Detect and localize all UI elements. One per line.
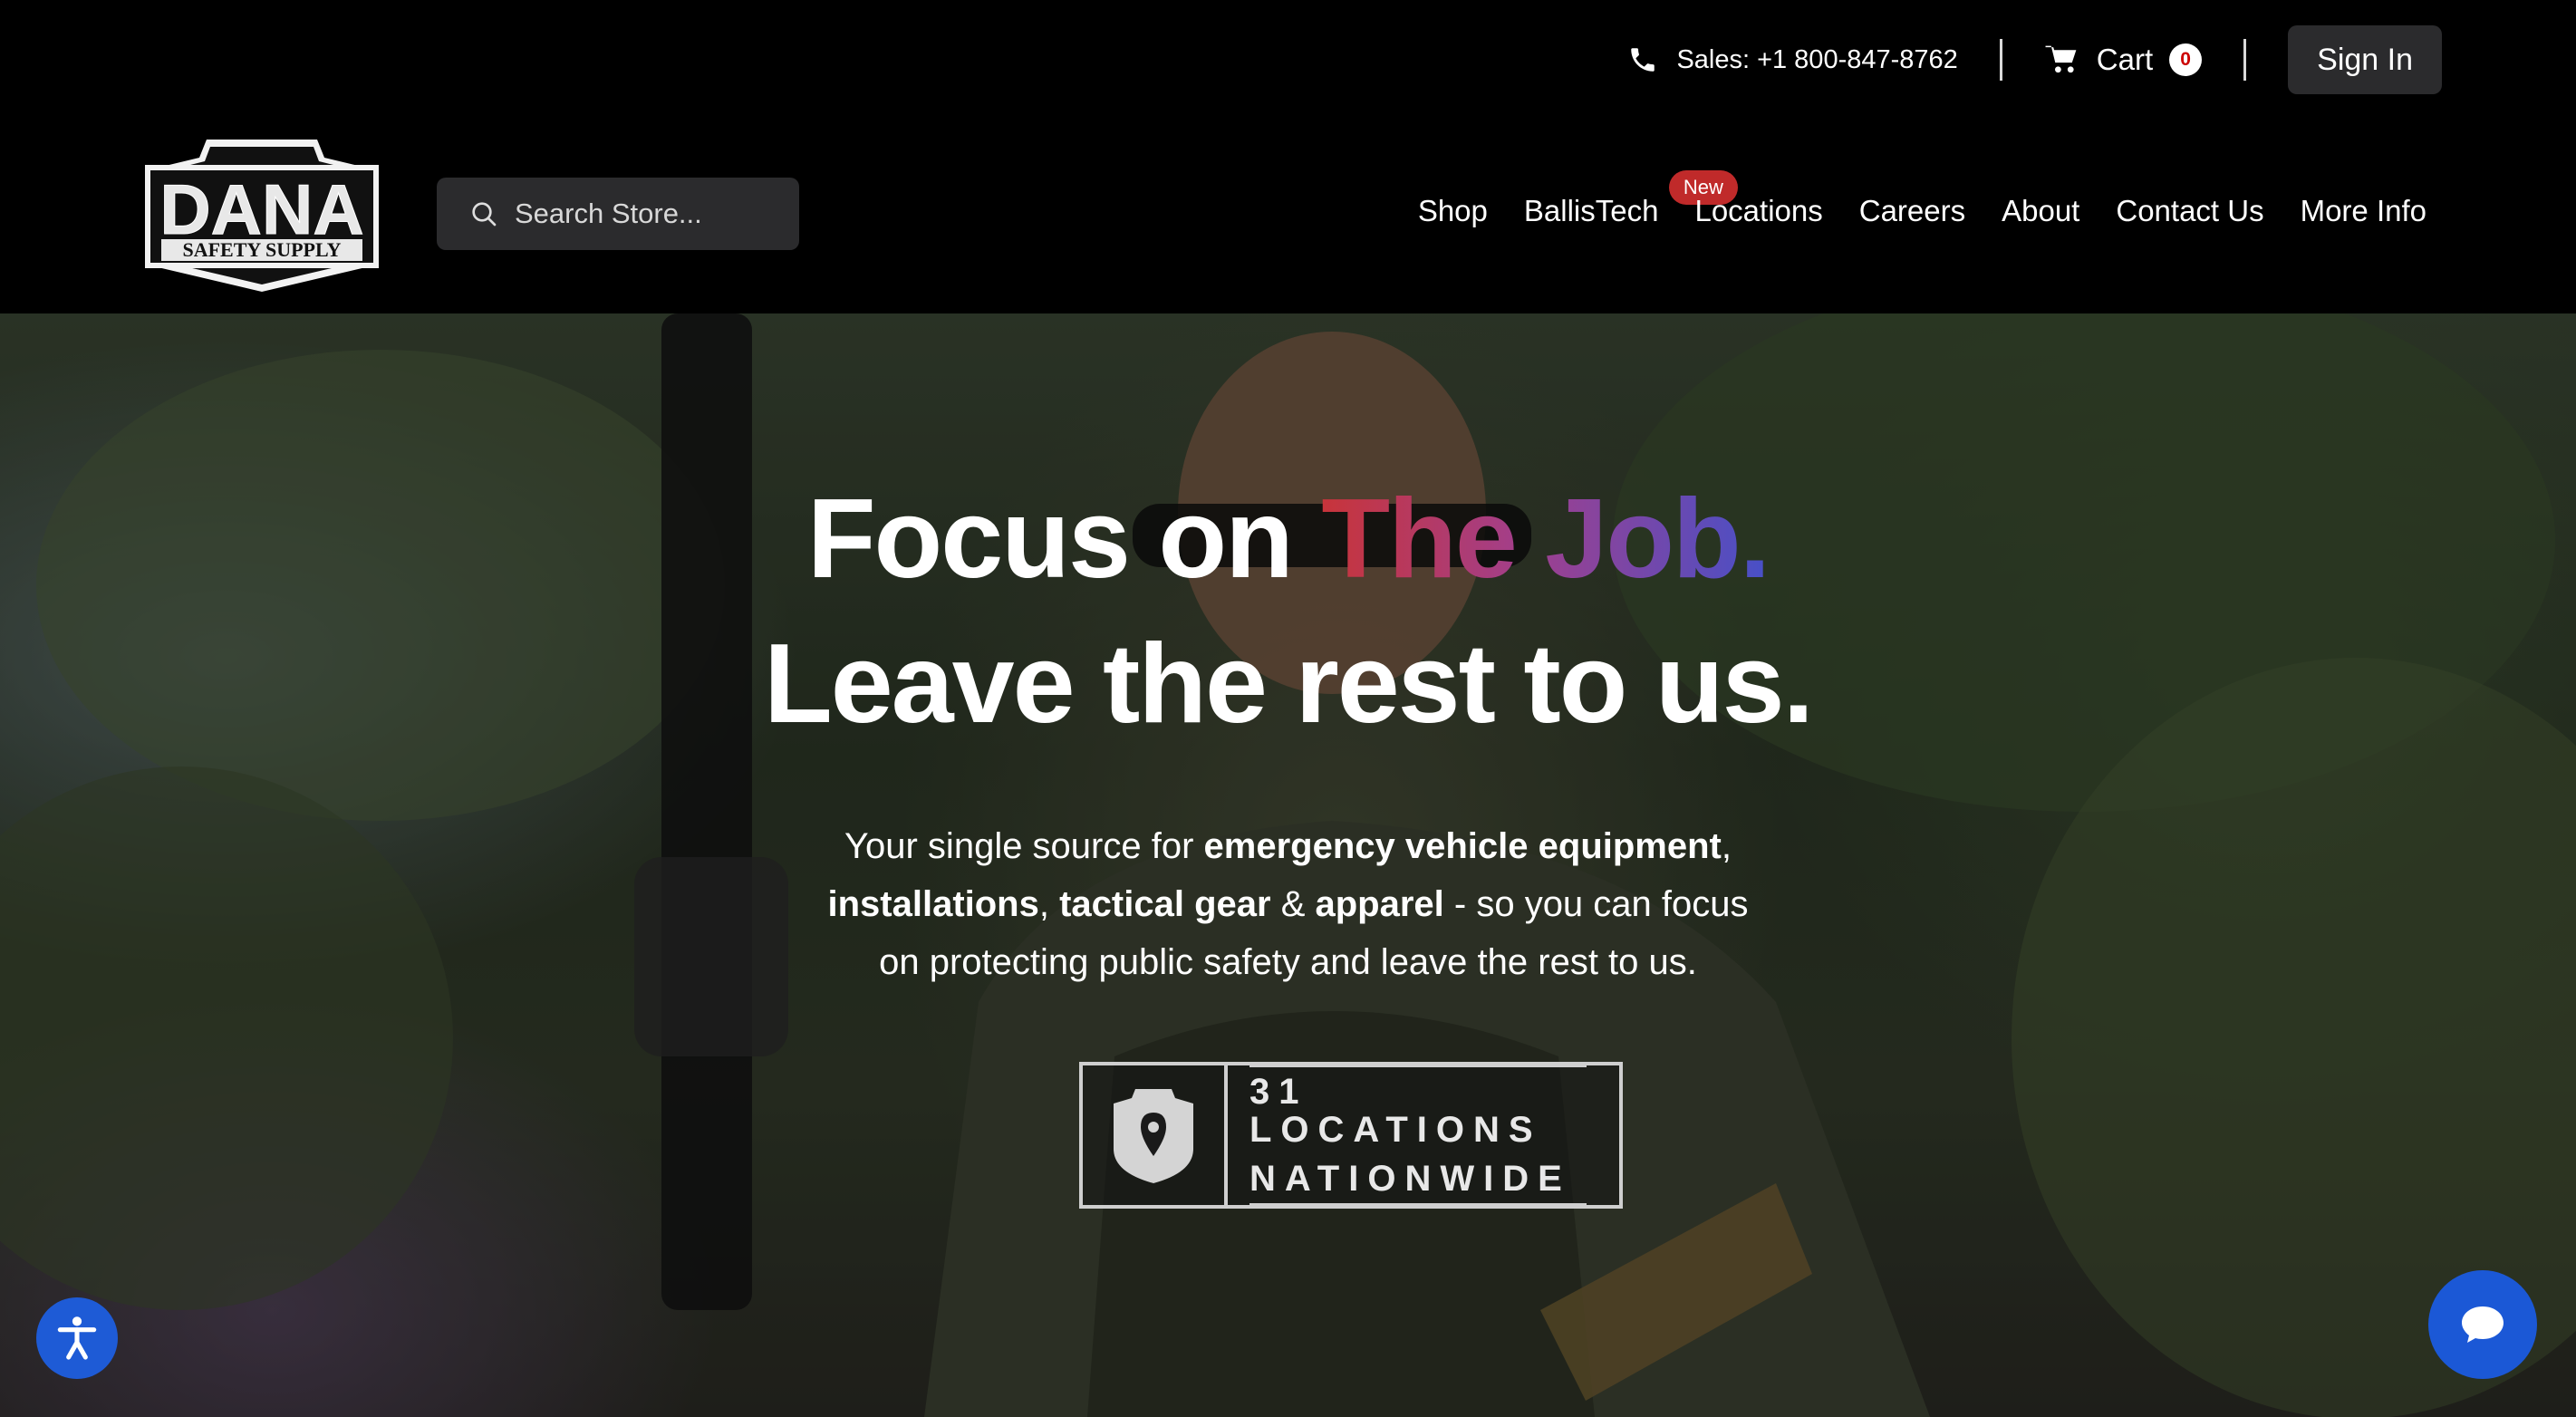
sub-text: , [1038,884,1060,924]
site-header: Sales: +1 800-847-8762 Cart 0 Sign In DA… [0,0,2576,313]
divider [2243,39,2247,81]
sub-bold: emergency vehicle equipment [1203,826,1722,866]
accessibility-button[interactable] [36,1297,118,1379]
divider [1249,1065,1587,1067]
location-badge-icon-box [1083,1065,1228,1205]
main-nav: Shop BallisTech New Locations Careers Ab… [1418,170,2426,228]
nav-shop[interactable]: Shop [1418,194,1488,228]
locations-count-text: 31 LOCATIONS [1249,1072,1542,1150]
sub-text: Your single source for [844,826,1204,866]
sub-text: & [1270,884,1316,924]
search-input[interactable] [515,198,768,230]
nav-about[interactable]: About [2002,194,2079,228]
hero-headline-line-2: Leave the rest to us. [763,622,1814,747]
hero-subtext: Your single source for emergency vehicle… [815,817,1761,991]
chat-button[interactable] [2428,1270,2537,1379]
sales-phone-link[interactable]: Sales: +1 800-847-8762 [1627,44,1958,75]
hero-headline-line-1: Focus on The Job. [0,475,2576,603]
cart-label: Cart [2096,43,2154,76]
dana-safety-supply-logo[interactable]: DANA SAFETY SUPPLY [143,132,381,295]
svg-text:SAFETY SUPPLY: SAFETY SUPPLY [182,238,341,261]
cart-link[interactable]: Cart 0 [2044,43,2203,77]
location-badge-text: 31 LOCATIONS NATIONWIDE [1228,1065,1619,1205]
nav-contact-us[interactable]: Contact Us [2116,194,2263,228]
hero-headline-accent: The Job. [1321,477,1770,602]
divider [1999,39,2002,81]
sales-label: Sales: [1676,44,1751,74]
cart-icon [2045,45,2077,73]
sub-bold: installations [827,884,1039,924]
nav-ballistech-label: BallisTech [1523,194,1659,227]
accessibility-icon [57,1316,97,1360]
hero-section: Focus on The Job. Leave the rest to us. … [0,313,2576,1417]
sub-text: , [1721,826,1732,866]
nav-careers[interactable]: Careers [1859,194,1965,228]
search-icon [472,202,497,227]
locations-badge[interactable]: 31 LOCATIONS NATIONWIDE [1079,1062,1623,1209]
sub-bold: apparel [1315,884,1444,924]
nav-locations[interactable]: Locations [1694,194,1822,228]
search-bar[interactable] [437,178,799,250]
sign-in-button[interactable]: Sign In [2288,25,2442,94]
sub-bold: tactical gear [1059,884,1271,924]
nav-more-info[interactable]: More Info [2301,194,2426,228]
chat-icon [2462,1306,2504,1343]
svg-text:DANA: DANA [159,169,363,249]
locations-nationwide-text: NATIONWIDE [1249,1159,1571,1199]
nav-ballistech[interactable]: BallisTech New [1523,170,1738,228]
divider [1249,1203,1587,1205]
location-shield-icon [1114,1089,1193,1183]
phone-icon [1631,48,1655,72]
cart-count-badge: 0 [2169,43,2203,76]
hero-headline-plain: Focus on [806,477,1322,602]
utility-bar: Sales: +1 800-847-8762 Cart 0 Sign In [1627,25,2442,94]
sales-number: +1 800-847-8762 [1757,44,1958,74]
